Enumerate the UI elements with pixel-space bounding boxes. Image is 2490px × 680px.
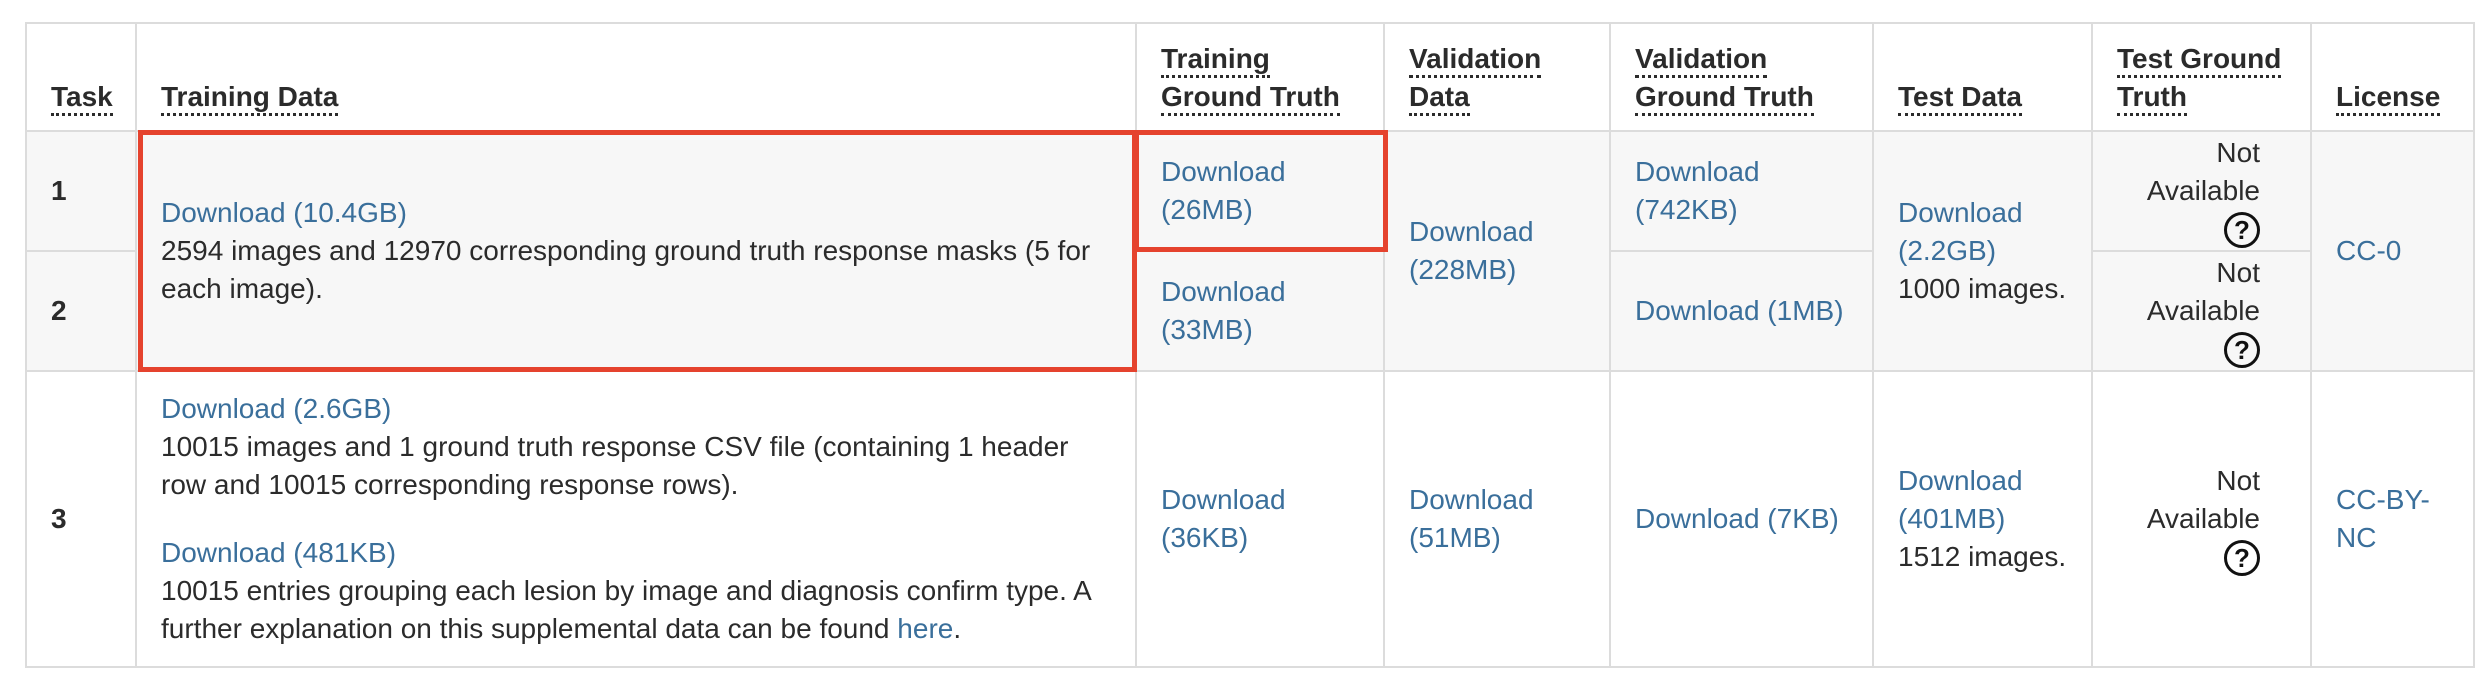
license-link[interactable]: CC-BY- NC	[2336, 484, 2430, 553]
table-header-row: Task Training Data Training Ground Truth …	[25, 22, 2475, 132]
validation-ground-truth-download-link[interactable]: Download (7KB)	[1635, 503, 1839, 534]
header-training-ground-truth: Training Ground Truth	[1135, 22, 1385, 132]
task-number: 1	[25, 130, 137, 252]
header-training-data: Training Data	[135, 22, 1137, 132]
validation-data-cell: Download (228MB)	[1383, 130, 1611, 372]
datasets-table: Task Training Data Training Ground Truth …	[25, 22, 2475, 668]
table-row: 1 Download (10.4GB) 2594 images and 1297…	[25, 130, 2475, 372]
validation-data-cell: Download (51MB)	[1383, 370, 1611, 668]
test-ground-truth-cell: Not Available ?	[2091, 130, 2312, 252]
training-ground-truth-cell: Download (26MB)	[1135, 130, 1385, 252]
here-link[interactable]: here	[897, 613, 953, 644]
supplemental-data-description: 10015 entries grouping each lesion by im…	[161, 575, 1091, 644]
training-ground-truth-download-link[interactable]: Download (26MB)	[1161, 156, 1286, 225]
training-ground-truth-cell: Download (36KB)	[1135, 370, 1385, 668]
validation-ground-truth-download-link[interactable]: Download (1MB)	[1635, 295, 1844, 326]
task-number: 3	[25, 370, 137, 668]
not-available-text: Not Available	[2146, 136, 2260, 206]
training-ground-truth-cell: Download (33MB)	[1135, 250, 1385, 372]
test-data-cell: Download (401MB) 1512 images.	[1872, 370, 2093, 668]
help-icon[interactable]: ?	[2224, 539, 2260, 576]
header-validation-ground-truth: Validation Ground Truth	[1609, 22, 1874, 132]
training-ground-truth-download-link[interactable]: Download (33MB)	[1161, 276, 1286, 345]
training-data-description: 10015 images and 1 ground truth response…	[161, 431, 1069, 500]
training-data-cell: Download (2.6GB) 10015 images and 1 grou…	[135, 370, 1137, 668]
header-validation-data: Validation Data	[1383, 22, 1611, 132]
test-ground-truth-cell: Not Available ?	[2091, 370, 2312, 668]
license-cell: CC-0	[2310, 130, 2475, 372]
not-available-text: Not Available	[2146, 464, 2260, 534]
training-data-download-link[interactable]: Download (2.6GB)	[161, 393, 391, 424]
validation-data-download-link[interactable]: Download (51MB)	[1409, 484, 1534, 553]
validation-data-download-link[interactable]: Download (228MB)	[1409, 216, 1534, 285]
validation-ground-truth-download-link[interactable]: Download (742KB)	[1635, 156, 1760, 225]
table-row: 3 Download (2.6GB) 10015 images and 1 gr…	[25, 370, 2475, 668]
license-cell: CC-BY- NC	[2310, 370, 2475, 668]
test-data-download-link[interactable]: Download (2.2GB)	[1898, 197, 2023, 266]
supplemental-data-download-link[interactable]: Download (481KB)	[161, 537, 396, 568]
datasets-table-wrapper: Task Training Data Training Ground Truth …	[25, 22, 2475, 668]
test-data-cell: Download (2.2GB) 1000 images.	[1872, 130, 2093, 372]
training-data-download-link[interactable]: Download (10.4GB)	[161, 197, 407, 228]
training-data-description: 2594 images and 12970 corresponding grou…	[161, 235, 1091, 304]
training-data-cell: Download (10.4GB) 2594 images and 12970 …	[135, 130, 1137, 372]
license-link[interactable]: CC-0	[2336, 235, 2401, 266]
test-ground-truth-cell: Not Available ?	[2091, 250, 2312, 372]
not-available-text: Not Available	[2146, 256, 2260, 326]
task-number: 2	[25, 250, 137, 372]
header-test-ground-truth: Test Ground Truth	[2091, 22, 2312, 132]
validation-ground-truth-cell: Download (742KB)	[1609, 130, 1874, 252]
validation-ground-truth-cell: Download (1MB)	[1609, 250, 1874, 372]
test-data-description: 1000 images.	[1898, 273, 2067, 304]
training-ground-truth-download-link[interactable]: Download (36KB)	[1161, 484, 1286, 553]
test-data-description: 1512 images.	[1898, 541, 2067, 572]
help-icon[interactable]: ?	[2224, 211, 2260, 248]
header-license: License	[2310, 22, 2475, 132]
test-data-download-link[interactable]: Download (401MB)	[1898, 465, 2023, 534]
header-test-data: Test Data	[1872, 22, 2093, 132]
validation-ground-truth-cell: Download (7KB)	[1609, 370, 1874, 668]
header-task: Task	[25, 22, 137, 132]
help-icon[interactable]: ?	[2224, 331, 2260, 368]
